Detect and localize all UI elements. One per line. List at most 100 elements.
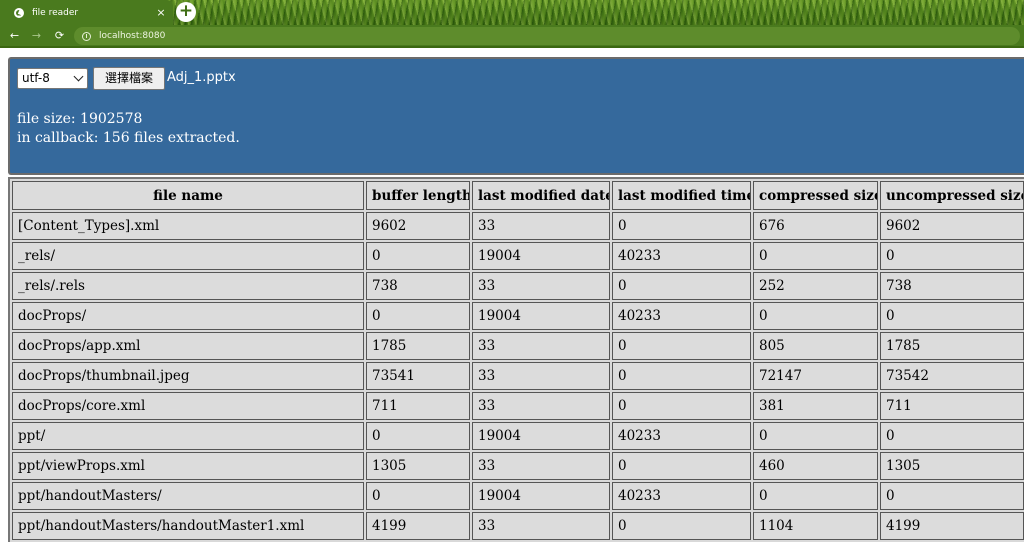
cell-file-name: ppt/handoutMasters/handoutMaster1.xml <box>12 512 364 540</box>
table-row: _rels/.rels 738 33 0 252 738 <box>12 272 1024 300</box>
cell-compressed-size: 72147 <box>753 362 878 390</box>
cell-file-name: docProps/ <box>12 302 364 330</box>
cell-compressed-size: 0 <box>753 482 878 510</box>
reader-header-panel: utf-8 選擇檔案 Adj_1.pptx file size: 1902578… <box>8 57 1024 175</box>
table-row: [Content_Types].xml 9602 33 0 676 9602 <box>12 212 1024 240</box>
cell-uncompressed-size: 0 <box>880 242 1024 270</box>
cell-last-modified-time: 40233 <box>612 302 751 330</box>
callback-status-text: in callback: 156 files extracted. <box>17 130 240 146</box>
cell-compressed-size: 0 <box>753 422 878 450</box>
cell-file-name: [Content_Types].xml <box>12 212 364 240</box>
cell-compressed-size: 0 <box>753 302 878 330</box>
cell-last-modified-time: 0 <box>612 512 751 540</box>
cell-uncompressed-size: 0 <box>880 302 1024 330</box>
reload-icon[interactable]: ⟳ <box>51 27 68 44</box>
cell-last-modified-time: 0 <box>612 272 751 300</box>
cell-last-modified-date: 33 <box>472 392 610 420</box>
cell-buffer-length: 9602 <box>366 212 470 240</box>
cell-buffer-length: 0 <box>366 482 470 510</box>
browser-tab[interactable]: file reader × <box>0 0 173 25</box>
cell-last-modified-date: 33 <box>472 452 610 480</box>
cell-uncompressed-size: 0 <box>880 422 1024 450</box>
file-table-body: [Content_Types].xml 9602 33 0 676 9602 _rels/0… <box>12 212 1024 540</box>
cell-compressed-size: 0 <box>753 242 878 270</box>
header-last-modified-time: last modified time <box>612 181 751 210</box>
table-row: docProps/0 19004 40233 0 0 <box>12 302 1024 330</box>
cell-uncompressed-size: 4199 <box>880 512 1024 540</box>
navigation-bar: ← → ⟳ localhost:8080 <box>0 25 1024 46</box>
cell-buffer-length: 711 <box>366 392 470 420</box>
cell-compressed-size: 676 <box>753 212 878 240</box>
url-text: localhost:8080 <box>99 31 166 41</box>
cell-file-name: ppt/ <box>12 422 364 450</box>
cell-last-modified-time: 40233 <box>612 242 751 270</box>
cell-last-modified-time: 40233 <box>612 422 751 450</box>
header-buffer-length: buffer length <box>366 181 470 210</box>
close-icon[interactable]: × <box>153 5 169 21</box>
selected-file-name: Adj_1.pptx <box>167 70 236 85</box>
table-row: ppt/handoutMasters/0 19004 40233 0 0 <box>12 482 1024 510</box>
cell-buffer-length: 738 <box>366 272 470 300</box>
cell-buffer-length: 0 <box>366 422 470 450</box>
chrome-divider <box>0 46 1024 48</box>
address-bar[interactable]: localhost:8080 <box>74 27 1020 45</box>
forward-icon[interactable]: → <box>28 27 45 44</box>
table-row: ppt/0 19004 40233 0 0 <box>12 422 1024 450</box>
cell-uncompressed-size: 0 <box>880 482 1024 510</box>
info-icon[interactable] <box>82 31 91 41</box>
cell-last-modified-date: 19004 <box>472 422 610 450</box>
cell-compressed-size: 460 <box>753 452 878 480</box>
header-last-modified-date: last modified date <box>472 181 610 210</box>
cell-uncompressed-size: 73542 <box>880 362 1024 390</box>
new-tab-button[interactable]: + <box>176 2 196 22</box>
cell-file-name: _rels/.rels <box>12 272 364 300</box>
back-icon[interactable]: ← <box>6 27 23 44</box>
header-uncompressed-size: uncompressed size <box>880 181 1024 210</box>
file-size-text: file size: 1902578 <box>17 111 143 127</box>
cell-uncompressed-size: 1785 <box>880 332 1024 360</box>
cell-compressed-size: 252 <box>753 272 878 300</box>
cell-file-name: docProps/app.xml <box>12 332 364 360</box>
table-row: _rels/0 19004 40233 0 0 <box>12 242 1024 270</box>
cell-compressed-size: 805 <box>753 332 878 360</box>
cell-uncompressed-size: 711 <box>880 392 1024 420</box>
table-header-row: file name buffer length last modified da… <box>12 181 1024 210</box>
header-file-name: file name <box>12 181 364 210</box>
file-table-container: file name buffer length last modified da… <box>8 177 1024 553</box>
cell-last-modified-date: 19004 <box>472 242 610 270</box>
tab-title: file reader <box>32 7 79 18</box>
cell-last-modified-date: 19004 <box>472 302 610 330</box>
cell-buffer-length: 1785 <box>366 332 470 360</box>
cell-last-modified-date: 33 <box>472 212 610 240</box>
cell-last-modified-date: 33 <box>472 332 610 360</box>
cell-compressed-size: 1104 <box>753 512 878 540</box>
cell-last-modified-time: 0 <box>612 212 751 240</box>
cell-buffer-length: 0 <box>366 242 470 270</box>
encoding-select[interactable]: utf-8 <box>17 68 88 89</box>
cell-last-modified-date: 33 <box>472 272 610 300</box>
cell-uncompressed-size: 9602 <box>880 212 1024 240</box>
cell-last-modified-time: 0 <box>612 362 751 390</box>
cell-last-modified-time: 0 <box>612 452 751 480</box>
header-compressed-size: compressed size <box>753 181 878 210</box>
tab-strip: file reader × + <box>0 0 1024 25</box>
cell-last-modified-date: 19004 <box>472 482 610 510</box>
table-row: ppt/handoutMasters/handoutMaster1.xml 419… <box>12 512 1024 540</box>
cell-uncompressed-size: 738 <box>880 272 1024 300</box>
cell-last-modified-date: 33 <box>472 362 610 390</box>
choose-file-button[interactable]: 選擇檔案 <box>93 67 165 90</box>
file-table: file name buffer length last modified da… <box>8 177 1024 542</box>
table-row: docProps/thumbnail.jpeg 73541 33 0 72147 7354… <box>12 362 1024 390</box>
cell-last-modified-time: 40233 <box>612 482 751 510</box>
cell-file-name: docProps/core.xml <box>12 392 364 420</box>
cell-file-name: ppt/handoutMasters/ <box>12 482 364 510</box>
cell-last-modified-date: 33 <box>472 512 610 540</box>
globe-icon <box>14 7 24 18</box>
table-row: docProps/core.xml 711 33 0 381 711 <box>12 392 1024 420</box>
cell-buffer-length: 73541 <box>366 362 470 390</box>
table-row: ppt/viewProps.xml 1305 33 0 460 1305 <box>12 452 1024 480</box>
cell-buffer-length: 0 <box>366 302 470 330</box>
cell-buffer-length: 4199 <box>366 512 470 540</box>
cell-file-name: _rels/ <box>12 242 364 270</box>
cell-compressed-size: 381 <box>753 392 878 420</box>
